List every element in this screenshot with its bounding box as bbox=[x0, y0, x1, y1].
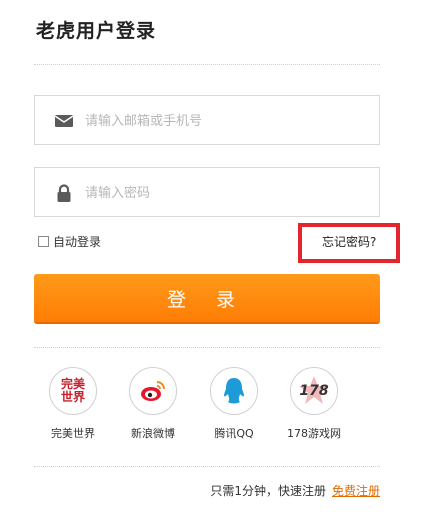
remember-label: 自动登录 bbox=[53, 235, 102, 249]
social-label: 完美世界 bbox=[51, 427, 95, 440]
password-input[interactable] bbox=[83, 168, 367, 218]
social-label: 腾讯QQ bbox=[214, 427, 254, 440]
page-title: 老虎用户登录 bbox=[36, 20, 157, 42]
social-label: 178游戏网 bbox=[287, 427, 341, 440]
perfect-world-icon: 完美世界 bbox=[49, 367, 97, 415]
social-178[interactable]: 178 178游戏网 bbox=[284, 367, 344, 441]
remember-checkbox[interactable] bbox=[38, 236, 49, 247]
178-icon: 178 bbox=[290, 367, 338, 415]
account-field[interactable] bbox=[34, 95, 380, 146]
qq-icon bbox=[210, 367, 258, 415]
178-logo-text: 178 bbox=[299, 383, 329, 399]
social-qq[interactable]: 腾讯QQ bbox=[204, 367, 264, 441]
register-text: 只需1分钟，快速注册 bbox=[210, 484, 326, 498]
login-button[interactable]: 登 录 bbox=[34, 274, 380, 324]
mail-icon bbox=[54, 115, 74, 127]
social-weibo[interactable]: 新浪微博 bbox=[123, 367, 183, 441]
divider bbox=[34, 347, 380, 348]
lock-icon bbox=[57, 184, 71, 202]
perfect-world-logo-text: 完美世界 bbox=[60, 377, 85, 404]
remember-me[interactable]: 自动登录 bbox=[38, 233, 101, 250]
password-field[interactable] bbox=[34, 167, 380, 218]
register-link[interactable]: 免费注册 bbox=[332, 484, 380, 498]
divider bbox=[34, 64, 380, 65]
weibo-icon bbox=[129, 367, 177, 415]
social-label: 新浪微博 bbox=[131, 427, 175, 440]
forgot-password-link[interactable]: 忘记密码? bbox=[322, 233, 376, 250]
register-prompt: 只需1分钟，快速注册 免费注册 bbox=[210, 482, 380, 499]
social-perfect-world[interactable]: 完美世界 完美世界 bbox=[43, 367, 103, 441]
account-input[interactable] bbox=[83, 96, 367, 146]
divider bbox=[34, 466, 380, 467]
